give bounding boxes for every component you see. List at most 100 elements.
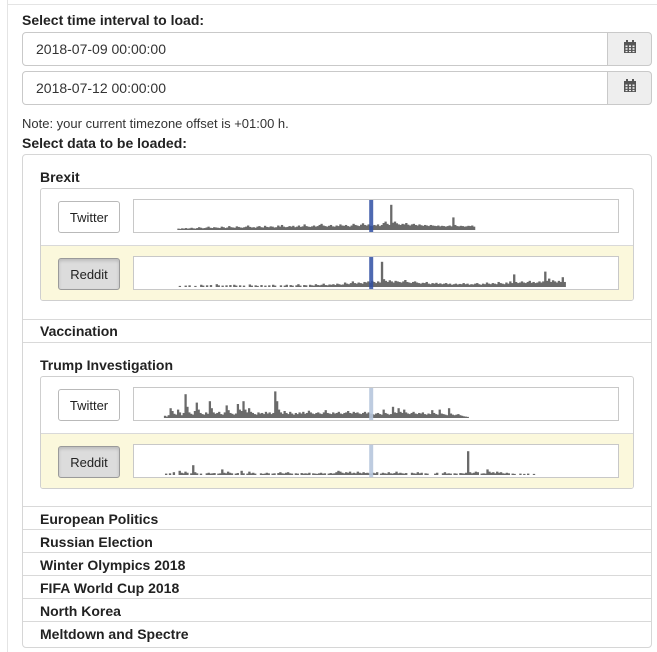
topic-header-trump-investigation[interactable]: Trump Investigation <box>40 357 173 373</box>
sparkline-bar <box>290 473 294 475</box>
trump-twitter-button[interactable]: Twitter <box>58 389 120 421</box>
sparkline-bar <box>242 473 245 475</box>
sparkline-bar <box>195 473 199 475</box>
trump-twitter-sparkline[interactable] <box>133 387 619 421</box>
brexit-twitter-button[interactable]: Twitter <box>58 201 120 233</box>
sparkline-bar <box>168 473 172 475</box>
panel-top-border <box>7 4 657 5</box>
sparkline-bar <box>235 285 238 287</box>
sparkline-bar <box>221 285 224 287</box>
time-cursor-marker <box>369 200 374 232</box>
source-row-trump-twitter: Twitter <box>41 377 633 433</box>
sparkline-bar <box>426 473 429 475</box>
sparkline-bar <box>376 472 379 475</box>
sparkline-bar <box>507 473 510 475</box>
topic-separator <box>23 552 651 553</box>
sparkline-bar <box>209 285 213 287</box>
sparkline-bar <box>256 285 259 287</box>
trump-sources-panel: Twitter Reddit <box>40 376 634 489</box>
sparkline-bar <box>217 285 220 287</box>
sparkline-bar <box>236 473 239 475</box>
sparkline-bar <box>449 473 452 475</box>
time-cursor-marker <box>369 388 374 420</box>
sparkline-bar <box>267 473 270 475</box>
topic-separator <box>23 342 651 343</box>
timezone-note: Note: your current timezone offset is +0… <box>22 116 289 131</box>
sparkline-svg <box>164 445 536 477</box>
sparkline-bar <box>466 416 469 418</box>
sparkline-bar <box>178 285 182 287</box>
sparkline-bar <box>532 473 536 475</box>
sparkline-bar <box>164 473 168 475</box>
source-row-trump-reddit: Reddit <box>41 433 633 488</box>
sparkline-bar <box>436 472 439 475</box>
calendar-icon <box>623 78 637 98</box>
sparkline-bar <box>205 285 209 287</box>
topic-separator <box>23 506 651 507</box>
time-cursor-marker <box>369 257 374 289</box>
trump-reddit-sparkline[interactable] <box>133 444 619 478</box>
sparkline-svg <box>163 388 469 420</box>
trump-reddit-button[interactable]: Reddit <box>58 446 120 478</box>
topic-header-russian-election[interactable]: Russian Election <box>40 534 153 550</box>
sparkline-bar <box>420 472 423 475</box>
sparkline-bar <box>305 285 308 287</box>
end-date-calendar-button[interactable] <box>607 71 652 105</box>
sparkline-bar <box>254 473 257 475</box>
sparkline-svg <box>177 200 476 232</box>
brexit-sources-panel: Twitter Reddit <box>40 188 634 301</box>
sparkline-bar <box>238 285 242 287</box>
panel-left-border <box>7 0 8 652</box>
topic-header-fifa-world-cup-2018[interactable]: FIFA World Cup 2018 <box>40 580 179 596</box>
sparkline-bar <box>242 285 246 287</box>
sparkline-bar <box>260 285 263 287</box>
sparkline-bar <box>455 473 458 475</box>
start-date-input[interactable] <box>22 32 608 66</box>
sparkline-bar <box>250 285 253 287</box>
sparkline-bar <box>188 285 191 287</box>
topic-header-north-korea[interactable]: North Korea <box>40 603 121 619</box>
source-row-brexit-reddit: Reddit <box>41 245 633 300</box>
sparkline-bar <box>186 472 189 475</box>
sparkline-bar <box>184 285 187 287</box>
topic-header-winter-olympics-2018[interactable]: Winter Olympics 2018 <box>40 557 185 573</box>
sparkline-bar <box>225 285 228 287</box>
brexit-reddit-button[interactable]: Reddit <box>58 258 120 290</box>
topic-separator <box>23 319 651 320</box>
sparkline-bar <box>519 473 522 475</box>
sparkline-bar <box>563 281 566 287</box>
sparkline-bar <box>513 473 516 475</box>
sparkline-bar <box>213 473 216 475</box>
sparkline-bar <box>172 472 176 475</box>
topic-header-european-politics[interactable]: European Politics <box>40 511 158 527</box>
start-date-calendar-button[interactable] <box>607 32 652 66</box>
sparkline-svg <box>178 257 566 289</box>
sparkline-bar <box>299 285 302 287</box>
sparkline-bar <box>466 451 470 475</box>
brexit-twitter-sparkline[interactable] <box>133 199 619 233</box>
sparkline-bar <box>476 472 480 475</box>
topic-header-meltdown-and-spectre[interactable]: Meltdown and Spectre <box>40 626 189 642</box>
source-row-brexit-twitter: Twitter <box>41 189 633 245</box>
sparkline-bar <box>523 473 526 475</box>
sparkline-bar <box>308 472 311 475</box>
end-date-input[interactable] <box>22 71 608 105</box>
sparkline-bar <box>264 285 267 287</box>
sparkline-bar <box>285 284 288 287</box>
sparkline-bar <box>472 226 476 230</box>
sparkline-bar <box>405 473 408 475</box>
topic-header-brexit[interactable]: Brexit <box>40 169 80 185</box>
topic-accordion: Brexit Twitter Reddit Vaccination Trump … <box>22 154 652 648</box>
time-cursor-marker <box>369 445 374 477</box>
topic-header-vaccination[interactable]: Vaccination <box>40 323 118 339</box>
time-interval-label: Select time interval to load: <box>22 12 205 28</box>
data-selection-label: Select data to be loaded: <box>22 135 187 151</box>
topic-separator <box>23 529 651 530</box>
sparkline-bar <box>194 285 197 287</box>
topic-separator <box>23 621 651 622</box>
topic-separator <box>23 598 651 599</box>
sparkline-bar <box>230 473 234 475</box>
sparkline-bar <box>296 473 299 475</box>
brexit-reddit-sparkline[interactable] <box>133 256 619 290</box>
sparkline-bar <box>229 285 232 287</box>
